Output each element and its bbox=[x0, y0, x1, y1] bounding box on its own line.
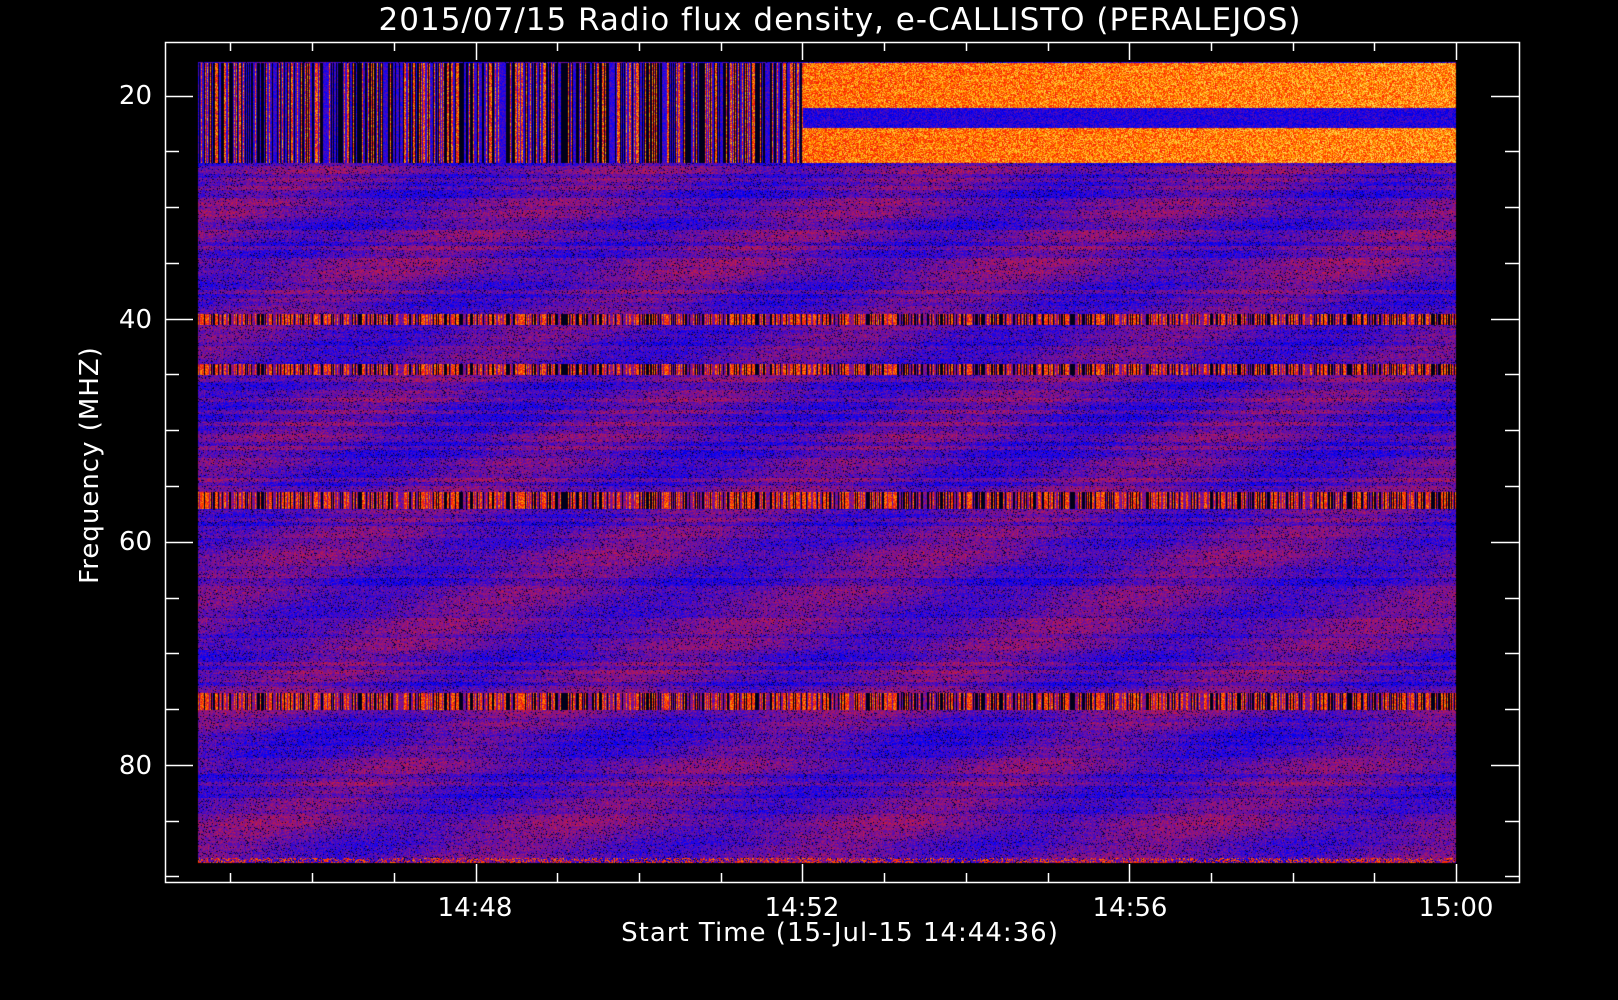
y-tick-label: 20 bbox=[119, 81, 152, 111]
chart-title: 2015/07/15 Radio flux density, e-CALLIST… bbox=[378, 2, 1302, 38]
y-tick-label: 80 bbox=[119, 751, 152, 781]
x-axis-label: Start Time (15-Jul-15 14:44:36) bbox=[621, 918, 1059, 948]
y-tick-label: 40 bbox=[119, 305, 152, 335]
y-axis-label: Frequency (MHZ) bbox=[75, 346, 105, 584]
plot-frame bbox=[164, 41, 1521, 884]
y-tick-label: 60 bbox=[119, 527, 152, 557]
plot-axes: 14:48 14:52 14:56 15:00 20 40 60 80 bbox=[119, 41, 1521, 923]
